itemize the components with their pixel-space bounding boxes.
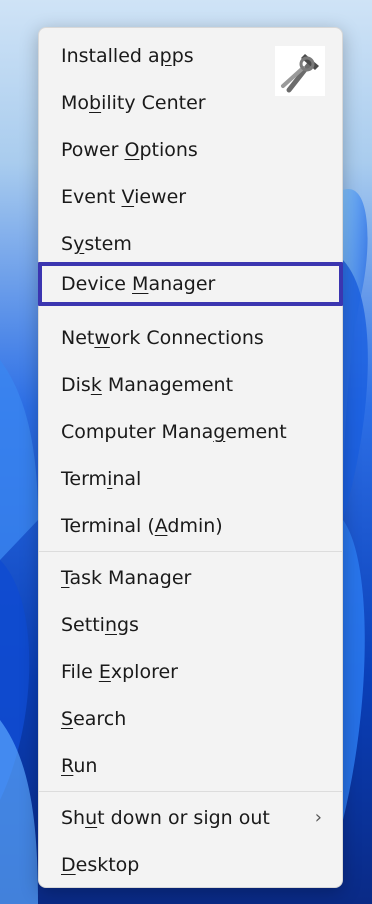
access-key: p: [159, 45, 172, 67]
menu-item-system[interactable]: System: [39, 222, 342, 266]
menu-item-label: iewer: [134, 186, 187, 208]
menu-item-label: Computer Mana: [61, 421, 214, 443]
menu-item-label: ork Connections: [109, 327, 264, 349]
menu-item-label: ility Center: [101, 92, 206, 114]
menu-item-terminal-admin[interactable]: Terminal (Admin): [39, 504, 342, 548]
menu-item-label: Power: [61, 139, 125, 161]
menu-item-device-manager[interactable]: Device Manager: [38, 262, 343, 306]
menu-item-label: Net: [61, 327, 95, 349]
menu-item-label: Term: [61, 468, 108, 490]
menu-item-task-manager[interactable]: Task Manager: [39, 556, 342, 600]
menu-item-power-options[interactable]: Power Options: [39, 128, 342, 172]
menu-item-label: t down or sign out: [97, 807, 270, 829]
access-key: u: [85, 807, 98, 829]
menu-item-label: stem: [84, 233, 132, 255]
menu-item-label: earch: [73, 708, 127, 730]
menu-item-terminal[interactable]: Terminal: [39, 457, 342, 501]
access-key: V: [121, 186, 135, 208]
menu-item-file-explorer[interactable]: File Explorer: [39, 650, 342, 694]
menu-item-mobility-center[interactable]: Mobility Center: [39, 81, 342, 125]
menu-item-label: ptions: [139, 139, 198, 161]
menu-item-shut-down[interactable]: Shut down or sign out ›: [39, 796, 342, 840]
access-key: k: [90, 374, 102, 396]
menu-item-settings[interactable]: Settings: [39, 603, 342, 647]
menu-item-label: Setti: [61, 614, 105, 636]
menu-item-label: xplorer: [110, 661, 178, 683]
menu-item-label: Sh: [61, 807, 86, 829]
access-key: D: [61, 854, 76, 876]
menu-item-label: Mo: [61, 92, 90, 114]
access-key: b: [89, 92, 102, 114]
menu-item-label: un: [73, 755, 98, 777]
menu-item-label: nal: [112, 468, 142, 490]
menu-item-label: File: [61, 661, 99, 683]
menu-separator: [39, 791, 342, 792]
menu-item-disk-management[interactable]: Disk Management: [39, 363, 342, 407]
menu-item-label: esktop: [75, 854, 140, 876]
access-key: n: [104, 614, 117, 636]
menu-item-label: Event: [61, 186, 122, 208]
winx-context-menu: Installed apps Mobility Center Power Optio…: [38, 27, 343, 888]
menu-item-label: Dis: [61, 374, 91, 396]
access-key: A: [154, 515, 168, 537]
menu-item-label: Installed a: [61, 45, 160, 67]
access-key: w: [94, 327, 110, 349]
menu-item-label: Management: [101, 374, 234, 396]
access-key: R: [61, 755, 74, 777]
menu-item-installed-apps[interactable]: Installed apps: [39, 34, 342, 78]
menu-item-network-connections[interactable]: Network Connections: [39, 316, 342, 360]
menu-item-run[interactable]: Run: [39, 744, 342, 788]
menu-item-label: ement: [225, 421, 287, 443]
access-key: M: [132, 273, 149, 295]
menu-item-label: S: [61, 233, 74, 255]
menu-item-computer-management[interactable]: Computer Management: [39, 410, 342, 454]
menu-item-label: Terminal (: [61, 515, 155, 537]
menu-item-label: dmin): [167, 515, 223, 537]
menu-item-event-viewer[interactable]: Event Viewer: [39, 175, 342, 219]
menu-item-search[interactable]: Search: [39, 697, 342, 741]
access-key: g: [213, 421, 226, 443]
access-key: S: [61, 708, 74, 730]
menu-separator: [39, 551, 342, 552]
menu-item-label: gs: [116, 614, 139, 636]
menu-item-label: anager: [148, 273, 216, 295]
menu-item-label: Device: [61, 273, 133, 295]
menu-item-desktop[interactable]: Desktop: [39, 843, 342, 887]
access-key: y: [73, 233, 85, 255]
menu-item-label: ps: [171, 45, 194, 67]
access-key: O: [124, 139, 140, 161]
access-key: E: [98, 661, 111, 683]
menu-item-label: ask Manager: [69, 567, 192, 589]
chevron-right-icon: ›: [314, 807, 322, 828]
